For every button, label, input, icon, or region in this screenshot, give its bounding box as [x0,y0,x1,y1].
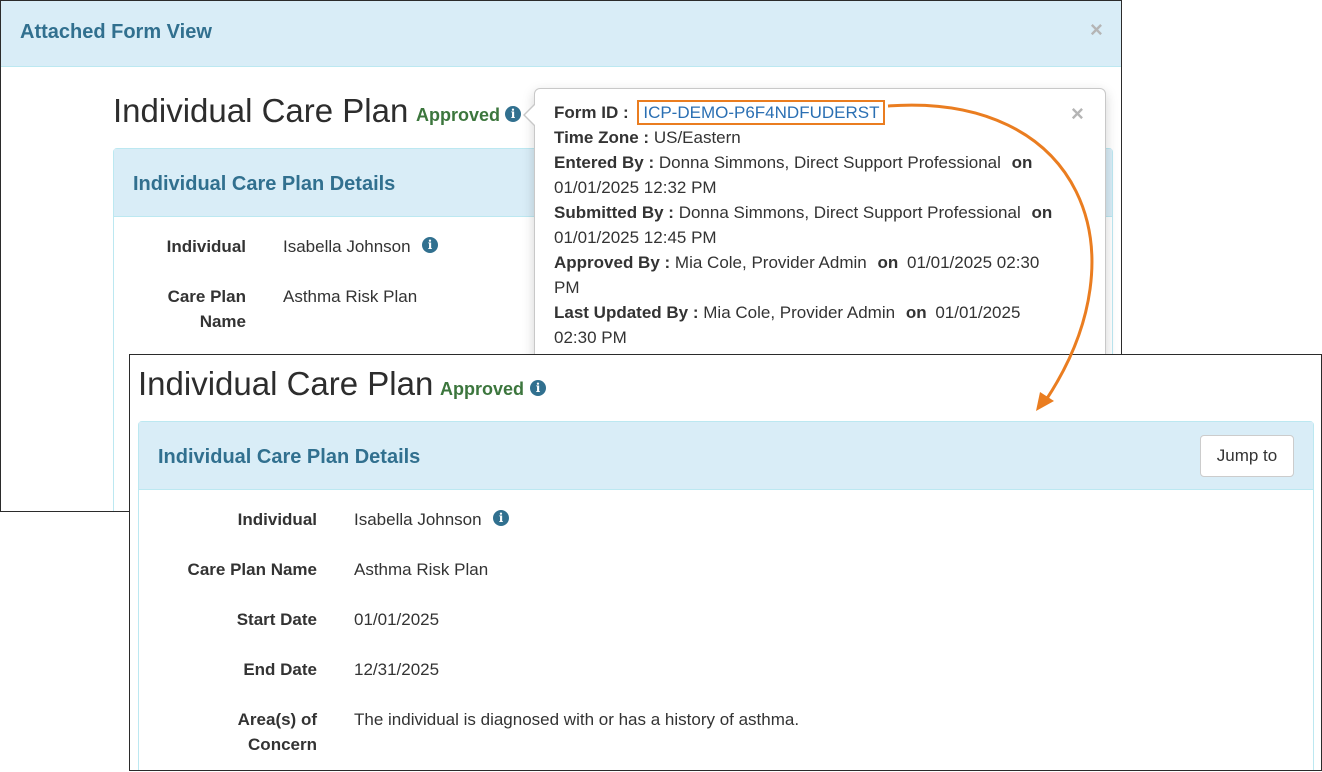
time-zone-label: Time Zone : [554,128,650,147]
panel-heading: Individual Care Plan Details Jump to [139,422,1313,490]
status-badge: Approved [416,105,501,125]
field-value-start-date: 01/01/2025 [354,610,440,629]
submitted-on-value: 01/01/2025 12:45 PM [554,228,717,247]
updated-on-value: 01/01/2025 [935,303,1021,322]
close-icon[interactable]: × [1071,103,1084,125]
time-zone-value: US/Eastern [653,128,741,147]
last-updated-row: Last Updated By : Mia Cole, Provider Adm… [554,300,1020,325]
field-value-care-plan-name: Asthma Risk Plan [354,560,489,579]
panel-title: Individual Care Plan Details [133,173,396,195]
field-value-care-plan-name: Asthma Risk Plan [283,287,418,306]
status-badge: Approved [440,379,525,399]
field-value-areas-of-concern: The individual is diagnosed with or has … [354,710,800,729]
page-title: Individual Care Plan [113,92,409,129]
entered-by-row: Entered By : Donna Simmons, Direct Suppo… [554,150,1032,175]
submitted-by-label: Submitted By : [554,203,674,222]
label-line: Name [199,312,246,331]
field-label-areas-of-concern: Area(s) of Concern [159,707,317,757]
field-label-individual: Individual [166,237,246,256]
close-icon[interactable]: × [1090,19,1103,41]
approved-on-value: 01/01/2025 02:30 [906,253,1040,272]
jump-to-button[interactable]: Jump to [1200,435,1294,477]
field-label-individual: Individual [237,510,317,529]
approved-on-value-cont: PM [554,278,580,297]
label-line: Concern [248,735,317,754]
popover-arrow-inner [525,104,536,126]
approved-by-row: Approved By : Mia Cole, Provider Admin o… [554,250,1039,275]
updated-on-value-cont: 02:30 PM [554,328,627,347]
field-label-care-plan-name: Care Plan Name [134,284,246,334]
last-updated-value: Mia Cole, Provider Admin [703,303,896,322]
field-label-start-date: Start Date [236,610,317,629]
entered-by-value: Donna Simmons, Direct Support Profession… [658,153,1001,172]
field-value-end-date: 12/31/2025 [354,660,440,679]
approved-by-value: Mia Cole, Provider Admin [674,253,867,272]
label-line: Care Plan [167,287,246,306]
entered-on-value: 01/01/2025 12:32 PM [554,178,717,197]
info-circle-icon[interactable]: i [505,106,521,122]
info-circle-icon[interactable]: i [422,237,438,253]
panel-title: Individual Care Plan Details [158,446,421,468]
label-line: Area(s) of [237,710,317,729]
last-updated-label: Last Updated By : [554,303,699,322]
page-title: Individual Care Plan [138,365,434,402]
submitted-by-value: Donna Simmons, Direct Support Profession… [678,203,1021,222]
modal-title: Attached Form View [20,21,212,43]
entered-on-label: on [1011,153,1033,172]
modal-header: Attached Form View × [1,1,1121,67]
info-circle-icon[interactable]: i [493,510,509,526]
updated-on-label: on [905,303,927,322]
field-value-individual: Isabella Johnson [283,237,411,256]
info-circle-icon[interactable]: i [530,380,546,396]
details-panel: Individual Care Plan Details Jump to Ind… [138,421,1314,770]
field-label-care-plan-name: Care Plan Name [187,560,317,579]
time-zone-row: Time Zone : US/Eastern [554,125,741,150]
field-value-individual: Isabella Johnson [354,510,482,529]
form-id-value[interactable]: ICP-DEMO-P6F4NDFUDERST [637,100,886,125]
form-id-row: Form ID : ICP-DEMO-P6F4NDFUDERST [554,100,886,125]
approved-on-label: on [877,253,899,272]
entered-by-label: Entered By : [554,153,655,172]
form-detail-window: Individual Care Plan Approved i Individu… [129,354,1322,771]
approved-by-label: Approved By : [554,253,671,272]
form-info-popover: × Form ID : ICP-DEMO-P6F4NDFUDERST Time … [523,88,1106,388]
submitted-on-label: on [1031,203,1053,222]
form-id-label: Form ID : [554,103,629,122]
submitted-by-row: Submitted By : Donna Simmons, Direct Sup… [554,200,1052,225]
field-label-end-date: End Date [243,660,317,679]
